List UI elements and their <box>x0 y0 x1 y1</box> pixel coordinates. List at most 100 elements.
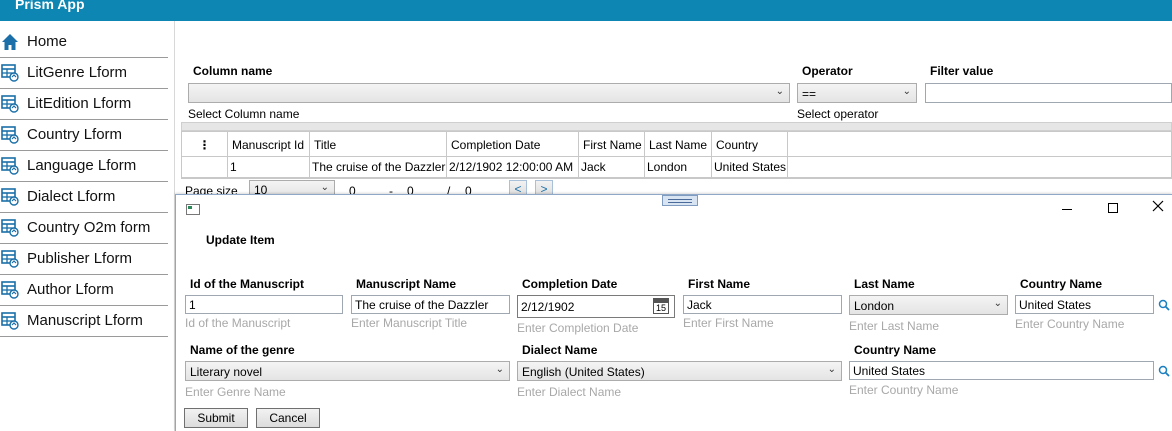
table-edit-icon <box>1 126 19 144</box>
operator-label: Operator <box>802 64 853 78</box>
genre-select[interactable]: Literary novel ⌄ <box>185 361 510 381</box>
genre-label: Name of the genre <box>190 343 295 357</box>
table-cell[interactable]: 1 <box>228 157 310 178</box>
sidebar-item-author[interactable]: Author Lform <box>0 275 168 306</box>
sidebar-item-label: Dialect Lform <box>27 188 116 205</box>
genre-hint: Enter Genre Name <box>185 385 286 399</box>
first-name-label: First Name <box>688 277 751 291</box>
grid-column-header[interactable]: Title <box>310 132 447 157</box>
sidebar-item-home[interactable]: Home <box>0 27 168 58</box>
dialog-title: Update Item <box>206 233 275 247</box>
grid-toolbar-strip <box>181 122 1172 131</box>
country-name-label: Country Name <box>1020 277 1103 291</box>
grid-column-header[interactable]: Completion Date <box>447 132 579 157</box>
table-edit-icon <box>1 95 19 113</box>
chevron-down-icon: ⌄ <box>775 86 784 97</box>
maximize-button[interactable] <box>1106 200 1120 214</box>
id-hint: Id of the Manuscript <box>185 316 291 330</box>
minimize-button[interactable] <box>1060 200 1074 214</box>
table-cell[interactable]: United States <box>712 157 788 178</box>
table-cell[interactable]: Jack <box>579 157 645 178</box>
dialect-select[interactable]: English (United States) ⌄ <box>517 361 842 381</box>
country-name-2-value: United States <box>853 364 926 378</box>
sidebar-item-label: Country O2m form <box>27 219 151 236</box>
completion-date-picker[interactable]: 2/12/1902 15 <box>517 295 675 318</box>
chevron-down-icon: ⌄ <box>320 182 329 193</box>
filter-value-input[interactable] <box>925 83 1172 103</box>
search-icon[interactable] <box>1158 365 1170 377</box>
country-name-input[interactable]: United States <box>1015 295 1154 314</box>
submit-button[interactable]: Submit <box>184 408 248 428</box>
operator-select[interactable]: == ⌄ <box>797 83 917 103</box>
sidebar-item-dialect[interactable]: Dialect Lform <box>0 182 168 213</box>
grid-header: ⋮ Manuscript Id Title Completion Date Fi… <box>182 132 1172 157</box>
manuscript-name-hint: Enter Manuscript Title <box>351 316 468 330</box>
dialect-label: Dialect Name <box>522 343 598 357</box>
drag-handle[interactable] <box>662 195 698 206</box>
table-cell[interactable]: London <box>645 157 712 178</box>
last-name-select[interactable]: London ⌄ <box>849 295 1008 315</box>
search-icon[interactable] <box>1158 299 1170 311</box>
manuscript-name-input[interactable]: The cruise of the Dazzler <box>351 295 510 314</box>
grid-column-header[interactable]: Manuscript Id <box>228 132 310 157</box>
last-name-value: London <box>854 299 895 313</box>
close-button[interactable] <box>1150 198 1166 214</box>
sidebar-item-label: Author Lform <box>27 281 114 298</box>
column-name-hint: Select Column name <box>188 107 300 121</box>
operator-value: == <box>802 87 817 101</box>
table-edit-icon <box>1 64 19 82</box>
data-grid[interactable]: ⋮ Manuscript Id Title Completion Date Fi… <box>181 131 1172 179</box>
country-name-2-label: Country Name <box>854 343 937 357</box>
sidebar-item-country[interactable]: Country Lform <box>0 120 168 151</box>
sidebar-item-publisher[interactable]: Publisher Lform <box>0 244 168 275</box>
column-name-label: Column name <box>193 64 273 78</box>
sidebar-item-label: LitGenre Lform <box>27 64 128 81</box>
sidebar-item-label: Home <box>27 33 68 50</box>
table-edit-icon <box>1 219 19 237</box>
sidebar-item-language[interactable]: Language Lform <box>0 151 168 182</box>
sidebar-item-litedition[interactable]: LitEdition Lform <box>0 89 168 120</box>
sidebar: Home LitGenre Lform LitEdition Lform Cou… <box>0 21 175 431</box>
id-input[interactable]: 1 <box>185 295 343 314</box>
first-name-hint: Enter First Name <box>683 316 774 330</box>
close-icon <box>1152 200 1164 212</box>
table-cell[interactable]: The cruise of the Dazzler <box>310 157 447 178</box>
chevron-down-icon: ⌄ <box>495 364 504 375</box>
grid-menu-icon[interactable]: ⋮ <box>182 132 228 157</box>
grid-column-header[interactable]: Last Name <box>645 132 712 157</box>
table-row[interactable]: 1 The cruise of the Dazzler 2/12/1902 12… <box>182 157 1172 178</box>
completion-date-label: Completion Date <box>522 277 618 291</box>
table-edit-icon <box>1 250 19 268</box>
country-name-2-input[interactable]: United States <box>849 361 1154 380</box>
country-name-hint: Enter Country Name <box>1015 317 1125 331</box>
country-name-2-hint: Enter Country Name <box>849 383 959 397</box>
sidebar-item-label: LitEdition Lform <box>27 95 132 112</box>
table-edit-icon <box>1 157 19 175</box>
sidebar-item-label: Language Lform <box>27 157 137 174</box>
last-name-label: Last Name <box>854 277 915 291</box>
chevron-down-icon: ⌄ <box>902 86 911 97</box>
sidebar-item-country-o2m[interactable]: Country O2m form <box>0 213 168 244</box>
row-header-cell <box>182 157 228 178</box>
sidebar-item-label: Country Lform <box>27 126 123 143</box>
table-cell[interactable]: 2/12/1902 12:00:00 AM <box>447 157 579 178</box>
id-value: 1 <box>189 298 196 312</box>
last-name-hint: Enter Last Name <box>849 319 940 333</box>
column-name-select[interactable]: ⌄ <box>188 83 790 103</box>
grid-column-header[interactable]: First Name <box>579 132 645 157</box>
sidebar-item-manuscript[interactable]: Manuscript Lform <box>0 306 168 337</box>
sidebar-item-label: Publisher Lform <box>27 250 133 267</box>
filter-value-label: Filter value <box>930 64 994 78</box>
completion-date-hint: Enter Completion Date <box>517 321 639 335</box>
chevron-down-icon: ⌄ <box>827 364 836 375</box>
calendar-icon[interactable]: 15 <box>653 298 669 314</box>
dialect-value: English (United States) <box>522 365 645 379</box>
id-label: Id of the Manuscript <box>190 277 304 291</box>
completion-date-value: 2/12/1902 <box>521 300 575 314</box>
sidebar-item-litgenre[interactable]: LitGenre Lform <box>0 58 168 89</box>
cancel-button[interactable]: Cancel <box>256 408 320 428</box>
grid-column-header[interactable]: Country <box>712 132 788 157</box>
first-name-value: Jack <box>687 298 712 312</box>
update-item-dialog: Update Item Id of the Manuscript 1 Id of… <box>175 194 1172 431</box>
first-name-input[interactable]: Jack <box>683 295 842 314</box>
